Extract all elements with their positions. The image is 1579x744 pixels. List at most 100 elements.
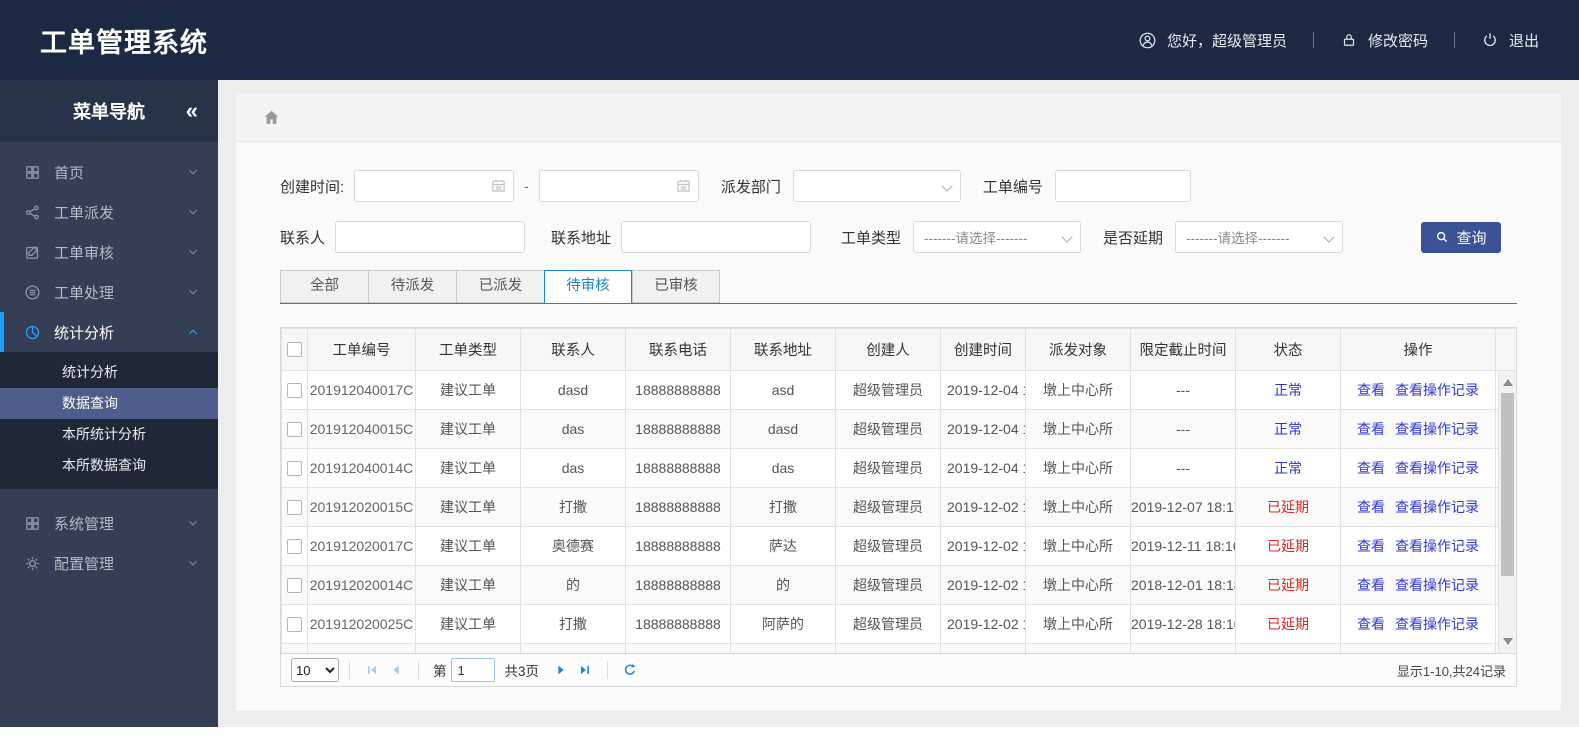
table-row: 201912040015C 建议工单 das 18888888888 dasd … bbox=[281, 409, 1516, 449]
cell-deadline bbox=[1130, 643, 1236, 653]
view-link[interactable]: 查看 bbox=[1357, 538, 1385, 554]
scroll-down-icon[interactable] bbox=[1503, 638, 1513, 645]
table-row: 201912020014C 建议工单 的 18888888888 的 超级管理员… bbox=[281, 565, 1516, 605]
row-checkbox[interactable] bbox=[287, 617, 302, 633]
cell-actions: 查看 查看操作记录 bbox=[1340, 526, 1496, 566]
pager-divider bbox=[607, 661, 609, 679]
logout-button[interactable]: 退出 bbox=[1481, 30, 1539, 51]
chevron-down-icon bbox=[186, 245, 200, 259]
prev-page-icon[interactable] bbox=[388, 662, 404, 678]
cell-order-id: 201912040017C bbox=[307, 370, 416, 410]
col-header: 限定截止时间 bbox=[1130, 328, 1236, 371]
sidebar-item-process[interactable]: 工单处理 bbox=[0, 272, 218, 312]
row-checkbox[interactable] bbox=[287, 383, 302, 399]
page-number-input[interactable] bbox=[450, 658, 495, 682]
view-log-link[interactable]: 查看操作记录 bbox=[1395, 460, 1479, 476]
submenu-item-local-data-query[interactable]: 本所数据查询 bbox=[0, 450, 218, 481]
tab-to-dispatch[interactable]: 待派发 bbox=[368, 270, 456, 303]
filter-form: 创建时间: - 派发部门 工单编号 联系人 联系地址 工单类型 -------请… bbox=[236, 142, 1561, 253]
cell-deadline: --- bbox=[1130, 448, 1236, 488]
search-button[interactable]: 查询 bbox=[1421, 221, 1501, 253]
greeting-label: 您好，超级管理员 bbox=[1166, 32, 1287, 50]
tab-all[interactable]: 全部 bbox=[280, 270, 368, 303]
view-log-link[interactable]: 查看操作记录 bbox=[1395, 538, 1479, 554]
view-link[interactable]: 查看 bbox=[1357, 421, 1385, 437]
refresh-icon[interactable] bbox=[622, 662, 638, 678]
page-size-select[interactable]: 10 bbox=[291, 658, 339, 682]
row-checkbox[interactable] bbox=[287, 500, 302, 516]
row-checkbox[interactable] bbox=[287, 461, 302, 477]
cell-contact: dasd bbox=[520, 370, 626, 410]
address-input[interactable] bbox=[621, 221, 812, 253]
row-checkbox[interactable] bbox=[287, 422, 302, 438]
scrollbar-thumb[interactable] bbox=[1501, 393, 1514, 576]
sidebar-collapse-icon[interactable]: « bbox=[186, 98, 198, 124]
order-no-input[interactable] bbox=[1054, 170, 1191, 202]
submenu-item-local-statistics[interactable]: 本所统计分析 bbox=[0, 419, 218, 450]
cell-order-type: 建议工单 bbox=[415, 448, 521, 488]
cell-phone: 18888888888 bbox=[625, 526, 731, 566]
view-log-link[interactable]: 查看操作记录 bbox=[1395, 499, 1479, 515]
lock-icon bbox=[1340, 31, 1358, 49]
submenu-item-data-query[interactable]: 数据查询 bbox=[0, 388, 218, 419]
sidebar-item-review[interactable]: 工单审核 bbox=[0, 232, 218, 272]
view-link[interactable]: 查看 bbox=[1357, 616, 1385, 632]
delayed-select[interactable]: -------请选择------- bbox=[1175, 221, 1344, 253]
first-page-icon[interactable] bbox=[364, 662, 380, 678]
view-log-link[interactable]: 查看操作记录 bbox=[1395, 577, 1479, 593]
sidebar-item-dispatch[interactable]: 工单派发 bbox=[0, 192, 218, 232]
order-type-select[interactable]: -------请选择------- bbox=[913, 221, 1082, 253]
user-greeting[interactable]: 您好，超级管理员 bbox=[1138, 30, 1287, 51]
cell-actions: 查看 查看操作记录 bbox=[1340, 409, 1496, 449]
sidebar-item-home[interactable]: 首页 bbox=[0, 152, 218, 192]
row-checkbox[interactable] bbox=[287, 539, 302, 555]
view-log-link[interactable]: 查看操作记录 bbox=[1395, 421, 1479, 437]
cell-dispatch-target: 墩上中心所 bbox=[1025, 487, 1131, 527]
col-header: 联系电话 bbox=[625, 328, 731, 371]
tab-reviewed[interactable]: 已审核 bbox=[632, 270, 720, 303]
cell-actions bbox=[1340, 643, 1496, 653]
view-log-link[interactable]: 查看操作记录 bbox=[1395, 616, 1479, 632]
tab-to-review[interactable]: 待审核 bbox=[544, 270, 632, 304]
submenu-item-statistics[interactable]: 统计分析 bbox=[0, 357, 218, 388]
change-password-button[interactable]: 修改密码 bbox=[1340, 30, 1428, 51]
cell-phone: 18888888888 bbox=[625, 409, 731, 449]
date-to-input[interactable] bbox=[538, 170, 699, 202]
view-link[interactable]: 查看 bbox=[1357, 382, 1385, 398]
view-log-link[interactable]: 查看操作记录 bbox=[1395, 382, 1479, 398]
cell-order-id bbox=[307, 643, 416, 653]
row-checkbox[interactable] bbox=[287, 578, 302, 594]
cell-contact: 打撒 bbox=[520, 487, 626, 527]
next-page-icon[interactable] bbox=[553, 662, 569, 678]
scroll-up-icon[interactable] bbox=[1503, 379, 1513, 386]
cell-created-time: 2019-12-02 16 bbox=[940, 487, 1026, 527]
table-row: 201912020025C 建议工单 打撒 18888888888 阿萨的 超级… bbox=[281, 604, 1516, 644]
contact-input[interactable] bbox=[335, 221, 526, 253]
view-link[interactable]: 查看 bbox=[1357, 499, 1385, 515]
table-row: 201912040014C 建议工单 das 18888888888 das 超… bbox=[281, 448, 1516, 488]
cell-status: 已延期 bbox=[1235, 526, 1341, 566]
cell-address: 阿萨的 bbox=[730, 604, 836, 644]
chevron-down-icon bbox=[186, 205, 200, 219]
sidebar-item-config[interactable]: 配置管理 bbox=[0, 543, 218, 583]
view-link[interactable]: 查看 bbox=[1357, 577, 1385, 593]
cell-dispatch-target: 墩上中心所 bbox=[1025, 409, 1131, 449]
sidebar-item-label: 统计分析 bbox=[54, 324, 115, 342]
dispatch-dept-select[interactable] bbox=[792, 170, 961, 202]
table-scrollbar[interactable] bbox=[1498, 371, 1516, 653]
date-from-input[interactable] bbox=[354, 170, 515, 202]
view-link[interactable]: 查看 bbox=[1357, 460, 1385, 476]
home-icon[interactable] bbox=[262, 108, 281, 127]
cell-creator: 超级管理员 bbox=[835, 604, 941, 644]
last-page-icon[interactable] bbox=[577, 662, 593, 678]
cell-phone: 18888888888 bbox=[625, 448, 731, 488]
cell-order-type: 建议工单 bbox=[415, 409, 521, 449]
cell-order-id: 201912020017C bbox=[307, 526, 416, 566]
sidebar-item-statistics[interactable]: 统计分析 bbox=[0, 312, 218, 352]
sidebar-item-system[interactable]: 系统管理 bbox=[0, 503, 218, 543]
order-type-label: 工单类型 bbox=[841, 229, 902, 247]
cell-actions: 查看 查看操作记录 bbox=[1340, 370, 1496, 410]
tab-dispatched[interactable]: 已派发 bbox=[456, 270, 544, 303]
select-all-checkbox[interactable] bbox=[287, 342, 302, 358]
cell-address: 打撒 bbox=[730, 487, 836, 527]
